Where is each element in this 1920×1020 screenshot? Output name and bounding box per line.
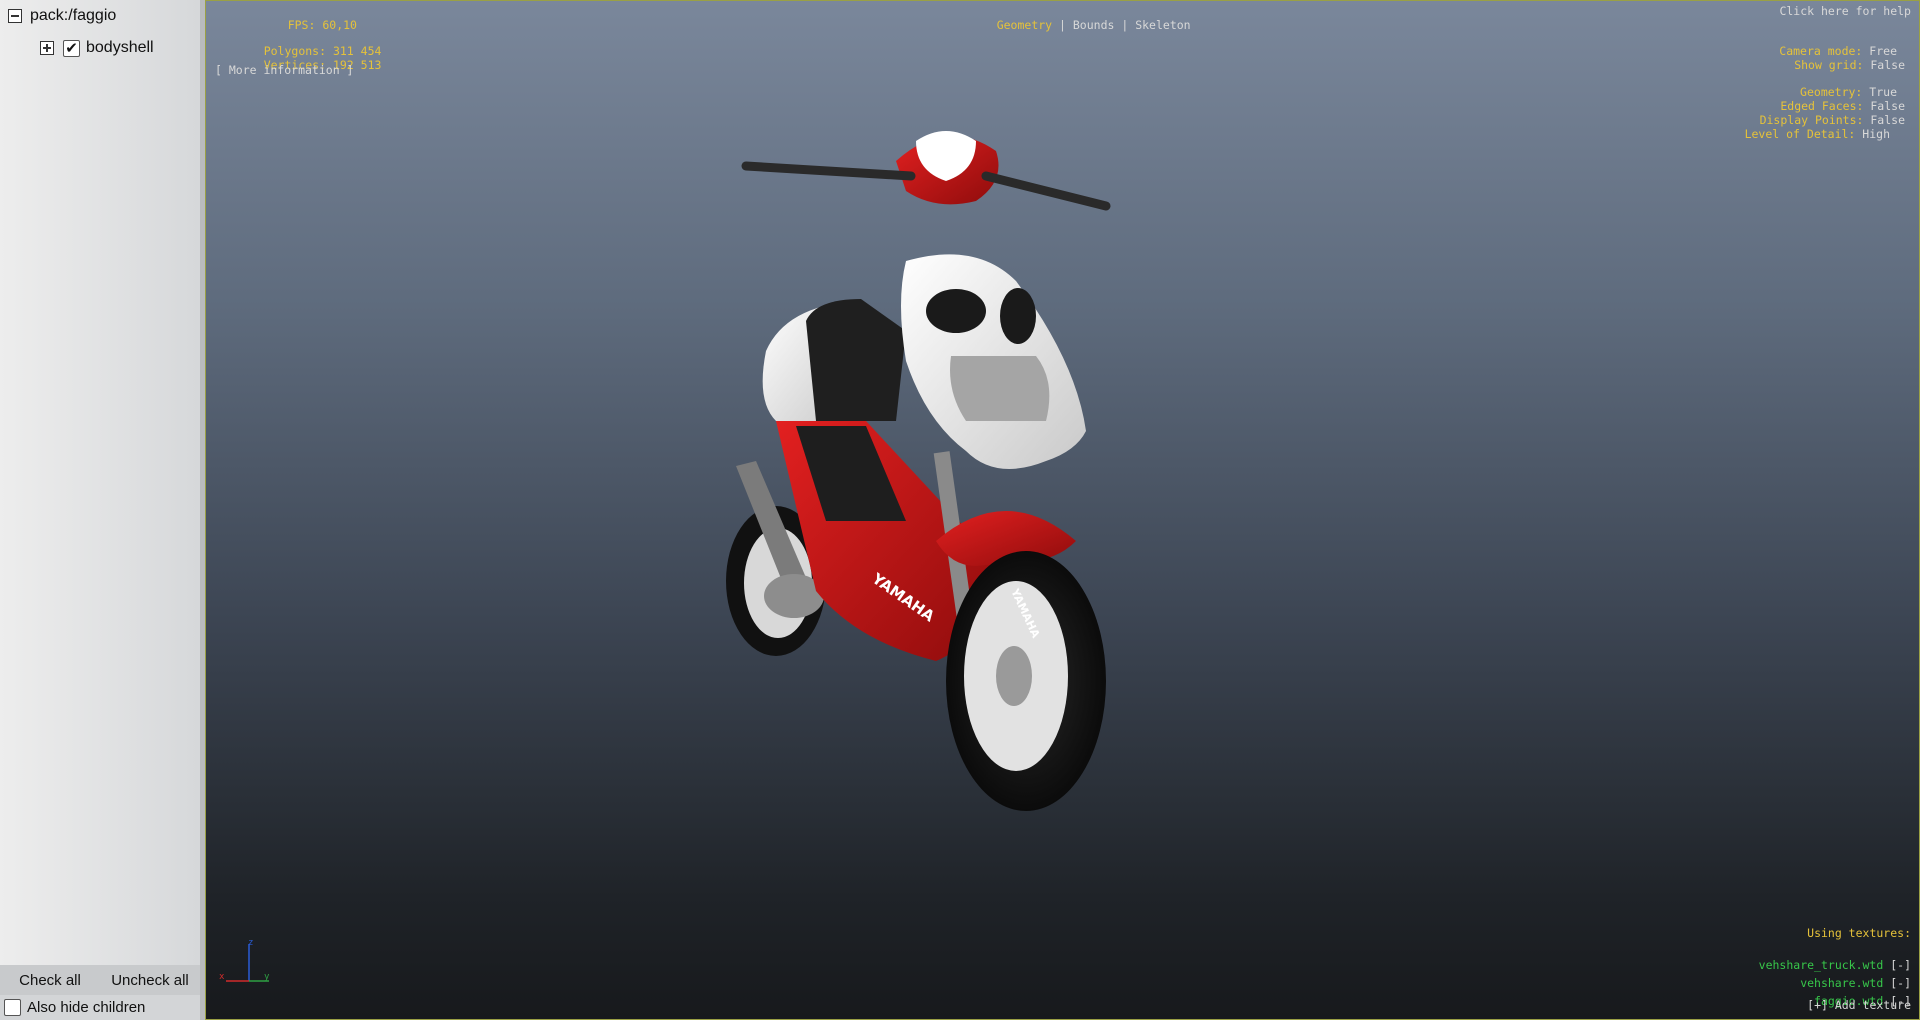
tab-skeleton[interactable]: Skeleton bbox=[1135, 18, 1190, 32]
expand-icon[interactable] bbox=[40, 41, 54, 55]
tab-bounds[interactable]: Bounds bbox=[1073, 18, 1115, 32]
level-of-detail-setting[interactable]: Level of Detail: High bbox=[1717, 113, 1890, 155]
y-axis-label: y bbox=[264, 972, 270, 982]
also-hide-children-row[interactable]: Also hide children bbox=[0, 995, 200, 1020]
tree-child-label[interactable]: bodyshell bbox=[86, 39, 154, 57]
collapse-icon[interactable] bbox=[8, 9, 22, 23]
uncheck-all-button[interactable]: Uncheck all bbox=[100, 972, 200, 989]
checkmark-icon: ✔ bbox=[65, 39, 78, 57]
bodyshell-checkbox[interactable]: ✔ bbox=[63, 39, 80, 57]
scooter-model[interactable]: YAMAHA YAMAHA bbox=[606, 121, 1306, 841]
add-texture-button[interactable]: [+] Add texture bbox=[1807, 998, 1911, 1012]
also-hide-children-label: Also hide children bbox=[27, 999, 146, 1016]
check-all-button[interactable]: Check all bbox=[0, 972, 100, 989]
more-information-link[interactable]: [ More information ] bbox=[215, 63, 353, 77]
model-viewport[interactable]: FPS: 60,10 Polygons: 311 454 Vertices: 1… bbox=[205, 0, 1920, 1020]
axis-gizmo: z y x bbox=[219, 938, 270, 982]
x-axis-label: x bbox=[219, 972, 225, 982]
check-buttons-bar: Check all Uncheck all bbox=[0, 965, 200, 995]
scene-tree-panel: pack:/faggio ✔ bodyshell Check all Unche… bbox=[0, 0, 200, 1020]
z-axis-label: z bbox=[248, 938, 253, 948]
help-link[interactable]: Click here for help bbox=[1779, 4, 1911, 18]
tree-root-row[interactable]: pack:/faggio bbox=[8, 5, 116, 27]
tree-root-label[interactable]: pack:/faggio bbox=[30, 7, 116, 25]
also-hide-children-checkbox[interactable] bbox=[4, 999, 21, 1016]
tree-child-row[interactable]: ✔ bodyshell bbox=[40, 37, 154, 59]
using-textures-heading: Using textures: bbox=[1807, 926, 1911, 940]
tab-geometry[interactable]: Geometry bbox=[997, 18, 1052, 32]
render-mode-tabs: Geometry | Bounds | Skeleton bbox=[996, 18, 1191, 32]
